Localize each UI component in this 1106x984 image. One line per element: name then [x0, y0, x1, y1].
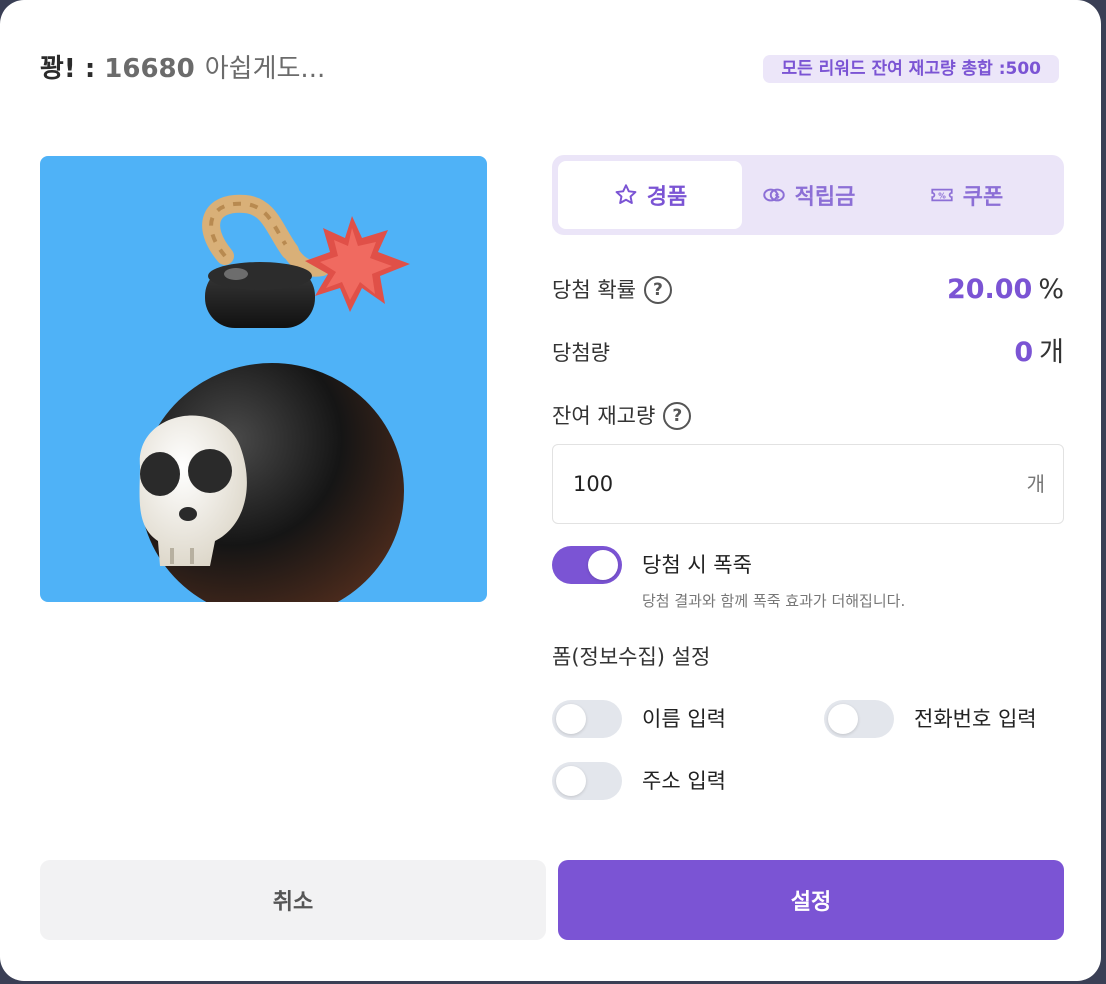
stock-label-wrap: 잔여 재고량 ? — [552, 396, 692, 436]
win-count-value: 0개 — [1014, 333, 1064, 373]
phone-field-toggle[interactable] — [824, 700, 894, 738]
tab-points[interactable]: $ 적립금 — [716, 161, 900, 229]
form-section-title: 폼(정보수집) 설정 — [552, 645, 711, 669]
title-prefix: 꽝! : — [40, 54, 105, 84]
star-icon — [615, 184, 637, 204]
reward-settings-modal: 꽝! : 16680 아쉽게도... 모든 리워드 잔여 재고량 총합 :500 — [0, 0, 1101, 981]
win-probability-value: 20.00% — [947, 270, 1064, 310]
toggle-knob — [556, 766, 586, 796]
toggle-knob — [828, 704, 858, 734]
coupon-icon: % — [931, 188, 953, 202]
stock-field: 개 — [552, 444, 1064, 524]
coin-icon: $ — [762, 188, 785, 202]
fireworks-toggle[interactable] — [552, 546, 622, 584]
tab-prize-label: 경품 — [646, 185, 688, 210]
toggle-knob — [588, 550, 618, 580]
stock-input[interactable] — [573, 445, 973, 523]
name-field-toggle[interactable] — [552, 700, 622, 738]
skull-bomb-image — [40, 156, 487, 602]
win-count-row: 당첨량 0개 — [552, 333, 1064, 373]
win-count-label-wrap: 당첨량 — [552, 333, 610, 373]
percent-unit: % — [1038, 274, 1064, 305]
svg-text:$: $ — [774, 191, 779, 200]
title-score: 16680 — [104, 54, 195, 84]
tab-coupon[interactable]: % 쿠폰 — [874, 161, 1058, 229]
phone-field-label: 전화번호 입력 — [914, 707, 1037, 731]
cancel-button[interactable]: 취소 — [40, 860, 546, 940]
help-icon[interactable]: ? — [663, 402, 692, 430]
win-probability-row: 당첨 확률 ? 20.00% — [552, 270, 1064, 310]
win-probability-number: 20.00 — [946, 274, 1033, 305]
help-icon[interactable]: ? — [643, 276, 672, 304]
fireworks-description: 당첨 결과와 함께 폭죽 효과가 더해집니다. — [642, 592, 906, 610]
modal-header: 꽝! : 16680 아쉽게도... 모든 리워드 잔여 재고량 총합 :500 — [40, 52, 1059, 86]
toggle-knob — [556, 704, 586, 734]
stock-unit: 개 — [1026, 472, 1045, 496]
address-field-label: 주소 입력 — [642, 769, 726, 793]
stock-label: 잔여 재고량 — [552, 404, 656, 428]
tab-prize[interactable]: 경품 — [558, 161, 742, 229]
title-suffix: 아쉽게도... — [204, 54, 326, 84]
fireworks-label: 당첨 시 폭죽 — [642, 553, 752, 577]
address-field-toggle[interactable] — [552, 762, 622, 800]
win-count-label: 당첨량 — [552, 341, 610, 365]
confirm-button[interactable]: 설정 — [558, 860, 1064, 940]
total-stock-badge: 모든 리워드 잔여 재고량 총합 :500 — [763, 55, 1059, 83]
win-count-number: 0 — [1014, 337, 1034, 368]
reward-type-tabs: 경품 $ 적립금 % 쿠폰 — [552, 155, 1064, 235]
win-probability-label-wrap: 당첨 확률 ? — [552, 270, 672, 310]
count-unit: 개 — [1039, 337, 1064, 368]
tab-coupon-label: 쿠폰 — [962, 185, 1004, 210]
win-probability-label: 당첨 확률 — [552, 278, 636, 302]
svg-text:%: % — [938, 191, 946, 200]
tab-points-label: 적립금 — [794, 185, 856, 210]
name-field-label: 이름 입력 — [642, 707, 726, 731]
modal-title: 꽝! : 16680 아쉽게도... — [40, 52, 325, 86]
bomb-illustration — [139, 194, 410, 602]
stock-label-row: 잔여 재고량 ? — [552, 396, 1064, 436]
